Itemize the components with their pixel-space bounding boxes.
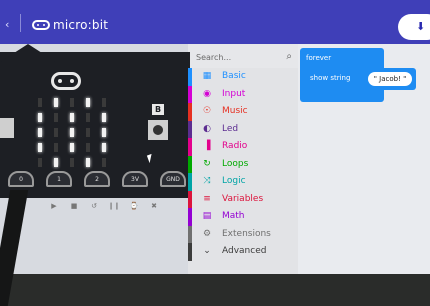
led-4-3 [86,158,90,167]
pin-0[interactable]: 0 [8,171,34,187]
basic-icon: ▦ [202,71,212,81]
toolbox-category-loops[interactable]: ↻ Loops [188,155,298,174]
toolbox-category-basic[interactable]: ▦ Basic [188,68,298,86]
button-a[interactable] [0,118,14,138]
top-menu-bar: ‹ micro:bit ⬇ [0,0,430,44]
pin-1[interactable]: 1 [46,171,72,187]
led-0-4 [102,98,106,107]
board-edge [0,44,56,62]
board-logo-icon [51,72,81,90]
toolbox-category-label: Loops [222,158,249,169]
string-value-input[interactable]: " Jacob! " [368,72,412,86]
search-icon[interactable]: ⌕ [286,51,292,62]
led-3-4 [102,143,106,152]
pin-2[interactable]: 2 [84,171,110,187]
led-3-1 [54,143,58,152]
extensions-icon: ⚙ [202,228,212,239]
led-0-2 [70,98,74,107]
show-string-block[interactable]: show string " Jacob! " [304,68,416,90]
led-3-2 [70,143,74,152]
toolbox-category-advanced[interactable]: ⌄ Advanced [188,243,298,261]
led-4-2 [70,158,74,167]
makecode-editor: ‹ micro:bit ⬇ B 0 1 2 3V GND ▶ ■ ↺ ❙❙ ⌚ ✖ Search.… [0,0,430,306]
math-icon: ▤ [202,211,212,221]
button-b[interactable] [148,120,168,140]
logo-text: micro:bit [53,18,109,32]
button-b-label: B [152,104,164,115]
toolbox-category-label: Extensions [222,228,271,239]
led-4-1 [54,158,58,167]
radio-icon: ▐ [203,141,211,151]
simulator-controls: ▶ ■ ↺ ❙❙ ⌚ ✖ [48,202,160,210]
led-1-1 [54,113,58,122]
toolbox-category-label: Logic [222,176,246,186]
slowmo-icon[interactable]: ❙❙ [108,202,120,210]
logic-icon: ⤨ [203,176,211,186]
play-icon[interactable]: ▶ [48,202,60,210]
microbit-logo[interactable]: micro:bit [32,18,108,32]
led-2-0 [38,128,42,137]
advanced-icon: ⌄ [203,246,211,256]
led-4-4 [102,158,106,167]
search-input[interactable]: Search... [196,53,231,62]
restart-icon[interactable]: ↺ [88,202,100,210]
led-0-1 [54,98,58,107]
led-0-3 [86,98,90,107]
led-3-0 [38,143,42,152]
toolbox-category-radio[interactable]: ▐ Radio [188,138,298,156]
input-icon: ◉ [203,88,211,99]
stop-icon[interactable]: ■ [68,202,80,210]
toolbox-category-led[interactable]: ◐ Led [188,120,298,139]
led-2-4 [102,128,106,137]
led-icon: ◐ [203,123,211,134]
divider [20,14,21,32]
close-icon[interactable]: ✖ [148,202,160,210]
toolbox-category-logic[interactable]: ⤨ Logic [188,173,298,191]
led-1-2 [70,113,74,122]
music-icon: ☉ [202,106,212,116]
download-icon: ⬇ [416,20,426,33]
toolbox-category-label: Math [222,211,245,221]
toolbox-category-math[interactable]: ▤ Math [188,208,298,226]
toolbox-category-label: Radio [222,141,248,151]
toolbox-category-label: Led [222,123,239,134]
forever-label: forever [306,54,332,62]
toolbox-search[interactable]: Search... ⌕ [190,48,298,68]
led-2-3 [86,128,90,137]
toolbox-category-label: Advanced [222,246,267,256]
toolbox-category-input[interactable]: ◉ Input [188,85,298,104]
toolbox-category-extensions[interactable]: ⚙ Extensions [188,225,298,244]
monitor-bezel [0,274,430,306]
toolbox-category-music[interactable]: ☉ Music [188,103,298,121]
led-2-1 [54,128,58,137]
download-button[interactable]: ⬇ [398,14,430,40]
toolbox: ▦ Basic ◉ Input ☉ Music ◐ Led ▐ Radio ↻ Loops ⤨ Logic… [188,68,298,274]
variables-icon: ≡ [203,193,211,204]
led-4-0 [38,158,42,167]
toolbox-category-variables[interactable]: ≡ Variables [188,190,298,209]
toolbox-category-label: Variables [222,193,264,204]
sound-icon[interactable]: ⌚ [128,202,140,210]
pin-gnd[interactable]: GND [160,171,186,187]
led-1-3 [86,113,90,122]
show-string-label: show string [310,74,351,82]
led-0-0 [38,98,42,107]
led-2-2 [70,128,74,137]
microbit-logo-icon [32,20,50,30]
back-icon[interactable]: ‹ [5,18,9,31]
pin-3v[interactable]: 3V [122,171,148,187]
toolbox-category-label: Music [222,106,248,116]
led-1-0 [38,113,42,122]
loops-icon: ↻ [203,158,211,169]
toolbox-category-label: Input [222,88,246,99]
toolbox-category-label: Basic [222,71,246,81]
led-3-3 [86,143,90,152]
led-1-4 [102,113,106,122]
